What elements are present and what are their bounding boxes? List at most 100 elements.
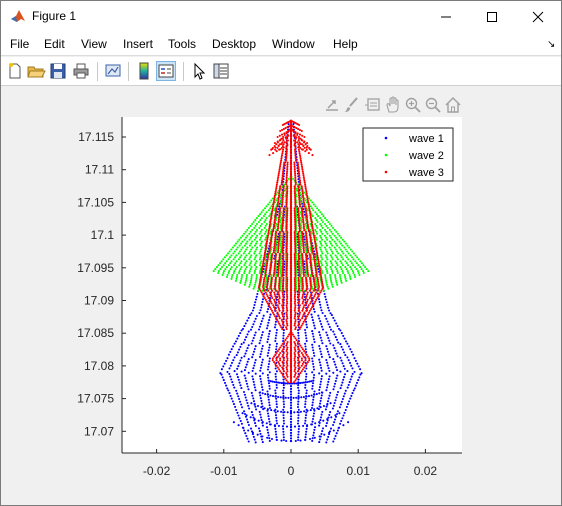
wave1-point (297, 408, 300, 411)
wave1-point (304, 315, 307, 318)
wave1-point (258, 311, 261, 315)
wave3-point (293, 190, 296, 193)
wave1-point (353, 370, 356, 373)
figure-window: Figure 1 File Edit View Insert Tools Des… (0, 0, 562, 506)
wave1-point (252, 367, 255, 370)
wave3-point (300, 370, 303, 373)
wave1-point (304, 386, 307, 389)
wave2-point (254, 250, 257, 253)
wave1-point (249, 427, 253, 430)
wave3-point (282, 192, 285, 195)
wave1-point (302, 424, 305, 427)
wave1-point (265, 426, 269, 429)
wave3-point (296, 340, 299, 344)
wave1-point (350, 375, 353, 378)
wave3-point (281, 245, 284, 248)
wave3-point (286, 185, 289, 188)
wave1-point (299, 410, 302, 413)
wave1-point (327, 435, 330, 438)
wave2-point (230, 260, 233, 263)
wave3-point (269, 307, 272, 311)
wave1-point (346, 403, 350, 406)
wave1-point (332, 404, 335, 407)
wave3-point (312, 304, 315, 307)
wave3-point (294, 298, 297, 301)
wave3-point (285, 220, 288, 223)
wave1-point (280, 439, 283, 442)
wave3-point (313, 287, 316, 290)
wave1-point (230, 348, 233, 351)
wave2-point (354, 266, 357, 269)
wave3-point (284, 159, 288, 162)
wave1-point (304, 328, 307, 332)
wave1-point (275, 342, 278, 345)
wave2-point (330, 268, 333, 271)
wave3-point (307, 225, 310, 228)
wave2-point (326, 232, 329, 235)
wave1-point (265, 327, 269, 330)
wave3-point (300, 185, 303, 188)
wave3-point (285, 313, 288, 316)
wave2-point (319, 240, 322, 243)
wave3-point (278, 232, 281, 235)
wave2-point (358, 273, 361, 277)
wave3-point (289, 293, 293, 296)
wave3-point (277, 361, 280, 364)
wave1-point (248, 407, 251, 410)
wave3-point (285, 146, 288, 149)
wave2-point (254, 279, 257, 282)
wave3-point (312, 231, 315, 234)
wave3-point (289, 212, 293, 215)
wave3-point (294, 220, 297, 223)
wave3-point (319, 269, 322, 272)
wave1-point (252, 350, 256, 353)
wave1-point (325, 331, 328, 334)
wave3-point (303, 203, 306, 206)
wave1-point (318, 317, 321, 320)
wave1-point (256, 404, 260, 408)
legend[interactable]: wave 1 wave 2 wave 3 (362, 127, 454, 182)
wave1-point (229, 375, 232, 378)
wave2-point (336, 271, 339, 275)
wave2-point (260, 217, 263, 220)
wave1-point (239, 345, 242, 348)
wave3-point (282, 232, 285, 235)
wave1-point (280, 382, 283, 385)
wave3-point (261, 265, 264, 268)
wave1-point (267, 398, 270, 401)
wave1-point (238, 397, 241, 401)
wave3-point (309, 236, 312, 239)
wave3-point (306, 199, 310, 203)
wave1-point (346, 356, 349, 359)
wave1-point (282, 403, 285, 406)
wave3-point (267, 229, 270, 232)
wave1-point (328, 375, 331, 378)
wave2-point (254, 219, 257, 222)
wave2-point (269, 232, 272, 235)
wave1-point (329, 312, 332, 315)
wave3-point (266, 234, 270, 237)
wave3-point (293, 258, 296, 261)
scatter-plot[interactable]: -0.02 -0.01 0 0.01 0.0217.0717.07517.0817.08… (1, 1, 561, 505)
wave3-point (269, 264, 272, 267)
wave2-point (253, 252, 256, 255)
wave3-point (315, 251, 318, 254)
wave3-point (277, 265, 280, 268)
wave1-point (300, 396, 303, 399)
wave1-point (289, 431, 293, 434)
wave1-point (266, 338, 270, 341)
wave2-point (241, 246, 244, 249)
wave3-point (278, 282, 281, 285)
wave1-point (289, 401, 293, 404)
wave3-point (279, 148, 282, 151)
wave3-point (282, 187, 285, 190)
wave1-point (330, 416, 333, 419)
wave3-point (285, 177, 288, 181)
wave3-point (289, 251, 293, 254)
wave3-point (281, 315, 285, 318)
wave1-point (324, 314, 327, 318)
wave1-point (247, 429, 250, 432)
wave2-point (244, 262, 247, 265)
wave1-point (318, 300, 321, 304)
wave3-point (268, 271, 272, 274)
